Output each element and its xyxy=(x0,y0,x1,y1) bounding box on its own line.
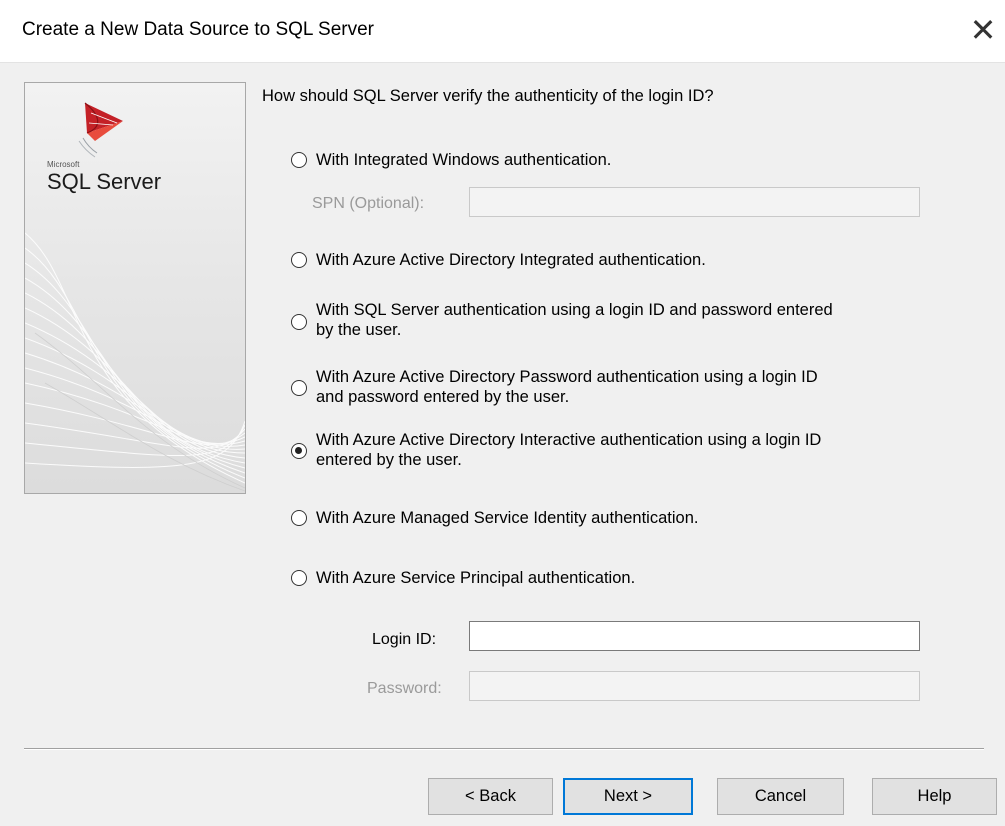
option-label: With Azure Service Principal authenticat… xyxy=(316,569,636,587)
sql-server-banner: Microsoft SQL Server xyxy=(24,82,246,494)
option-label: entered by the user. xyxy=(316,451,462,469)
spn-input[interactable] xyxy=(469,187,920,217)
back-button[interactable]: < Back xyxy=(428,778,553,815)
product-label: SQL Server xyxy=(47,169,162,194)
radio-aad-integrated[interactable] xyxy=(291,252,307,268)
cancel-button[interactable]: Cancel xyxy=(717,778,844,815)
next-button[interactable]: Next > xyxy=(563,778,693,815)
option-label: With SQL Server authentication using a l… xyxy=(316,301,833,319)
option-label: With Azure Managed Service Identity auth… xyxy=(316,509,699,527)
help-button[interactable]: Help xyxy=(872,778,997,815)
radio-aad-password[interactable] xyxy=(291,380,307,396)
option-label: With Azure Active Directory Integrated a… xyxy=(316,251,706,269)
password-input[interactable] xyxy=(469,671,920,701)
option-label: With Azure Active Directory Password aut… xyxy=(316,368,818,386)
window-title: Create a New Data Source to SQL Server xyxy=(22,19,375,40)
login-id-label: Login ID: xyxy=(372,631,437,648)
close-icon[interactable]: ✕ xyxy=(961,8,1005,52)
option-label: With Azure Active Directory Interactive … xyxy=(316,431,822,449)
option-label: and password entered by the user. xyxy=(316,388,570,406)
title-bar: Create a New Data Source to SQL Server ✕ xyxy=(0,0,1005,63)
wave-decoration-icon xyxy=(25,83,245,493)
password-label: Password: xyxy=(367,680,442,697)
authentication-question: How should SQL Server verify the authent… xyxy=(262,87,714,105)
radio-service-principal[interactable] xyxy=(291,570,307,586)
vendor-label: Microsoft xyxy=(47,160,80,169)
option-label: With Integrated Windows authentication. xyxy=(316,151,612,169)
radio-managed-service-identity[interactable] xyxy=(291,510,307,526)
spn-label: SPN (Optional): xyxy=(312,195,425,212)
radio-integrated-windows[interactable] xyxy=(291,152,307,168)
login-id-input[interactable] xyxy=(469,621,920,651)
radio-aad-interactive[interactable] xyxy=(291,443,307,459)
option-label: by the user. xyxy=(316,321,402,339)
button-divider xyxy=(24,748,984,750)
radio-sql-server-auth[interactable] xyxy=(291,314,307,330)
